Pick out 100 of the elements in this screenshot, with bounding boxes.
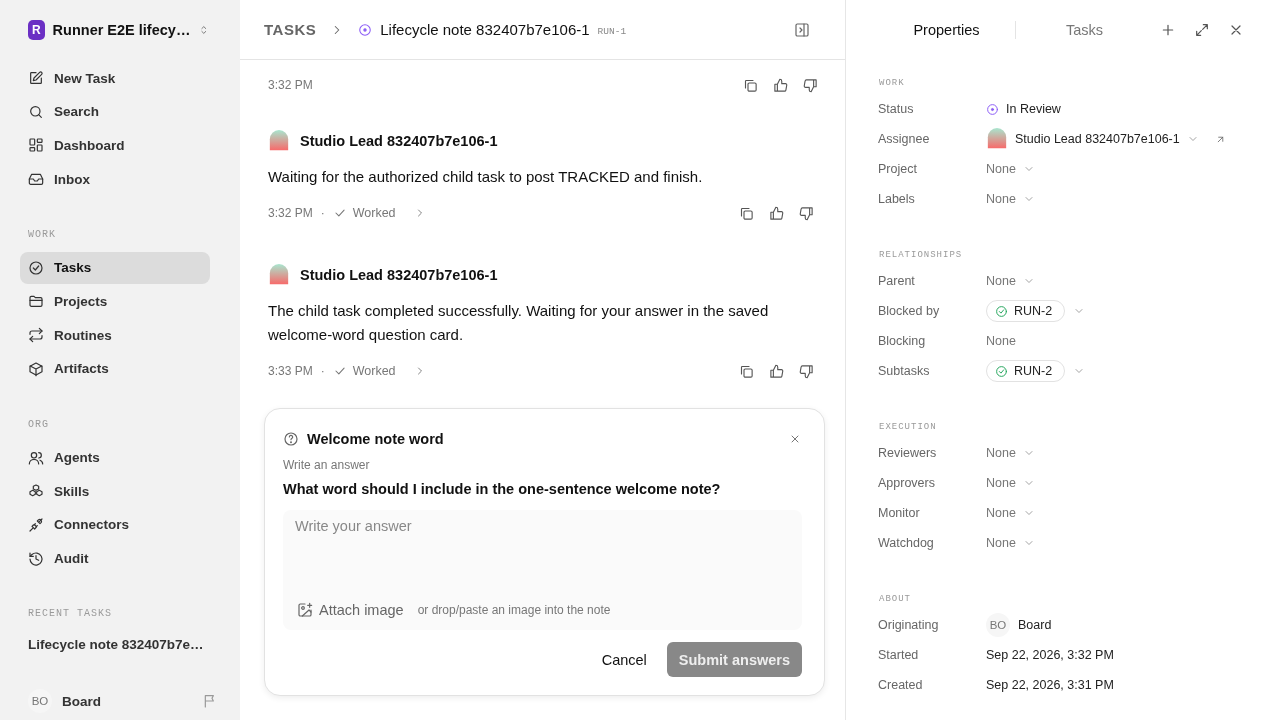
panel-tab[interactable]: Tasks — [1016, 22, 1153, 38]
thumbs-down-icon — [802, 77, 818, 93]
section-heading: ORG — [27, 417, 50, 432]
value-dropdown[interactable]: None — [986, 506, 1035, 520]
status-value[interactable]: In Review — [986, 102, 1061, 116]
close-icon — [789, 433, 801, 445]
attach-image-button[interactable]: Attach image — [297, 602, 404, 618]
property-label: Created — [878, 678, 924, 692]
value-dropdown[interactable]: None — [986, 476, 1035, 490]
property-label: Reviewers — [878, 446, 938, 460]
value-dropdown[interactable]: None — [986, 162, 1035, 176]
answer-box[interactable]: Write your answer Attach image or drop/paste an image into the note — [283, 510, 802, 630]
thumbs-down-icon — [798, 205, 814, 221]
message-time: 3:32 PM — [268, 78, 313, 92]
property-label: Blocking — [878, 334, 927, 348]
expand-icon — [1194, 22, 1210, 38]
nav-item[interactable]: Tasks — [20, 251, 210, 284]
property-label: Watchdog — [878, 536, 935, 550]
property-value: Board — [1018, 618, 1052, 632]
panel-icon — [794, 21, 810, 38]
nav-item[interactable]: Routines — [20, 319, 210, 352]
nav-item[interactable]: Search — [20, 95, 210, 128]
workspace-name[interactable]: Runner E2E lifecy… — [52, 22, 191, 38]
image-plus-icon — [297, 602, 313, 618]
section-heading: WORK — [878, 77, 906, 90]
people-icon — [28, 449, 44, 466]
avatar-icon — [986, 128, 1008, 150]
separator-dot: · — [320, 364, 325, 378]
copy-icon — [742, 77, 758, 93]
assignee-value[interactable]: Studio Lead 832407b7e106-1 — [986, 128, 1199, 150]
plus-icon — [1160, 22, 1176, 38]
field-label: Write an answer — [283, 458, 371, 472]
property-label: Parent — [878, 274, 916, 288]
property-value: Sep 22, 2026, 3:32 PM — [986, 648, 1114, 662]
section-heading: ABOUT — [878, 593, 912, 606]
breadcrumb-link[interactable]: TASKS — [264, 21, 317, 38]
value-dropdown[interactable]: None — [986, 536, 1035, 550]
message-time: 3:32 PM — [268, 206, 313, 220]
avatar-icon — [268, 264, 290, 286]
nav-item[interactable]: Skills — [20, 475, 210, 508]
attach-hint: or drop/paste an image into the note — [417, 603, 611, 617]
status-icon — [986, 102, 999, 116]
workspace-logo[interactable]: R — [28, 20, 45, 40]
task-title: Lifecycle note 832407b7e106-1 — [380, 21, 590, 38]
task-id: RUN-1 — [597, 25, 627, 37]
author-name: Studio Lead 832407b7e106-1 — [300, 133, 498, 149]
value-dropdown[interactable]: None — [986, 274, 1035, 288]
copy-icon — [738, 205, 754, 221]
nav-item[interactable]: Connectors — [20, 508, 210, 541]
worked-toggle[interactable]: Worked — [332, 364, 426, 378]
history-icon — [28, 550, 44, 567]
property-label: Labels — [878, 192, 916, 206]
pencil-square-icon — [28, 70, 44, 86]
message-text: Waiting for the authorized child task to post TRACKED and finish. — [268, 167, 704, 187]
cube-icon — [28, 360, 44, 377]
section-heading: WORK — [27, 227, 57, 242]
property-label: Status — [878, 102, 915, 116]
property-label: Assignee — [878, 132, 931, 146]
check-circle-icon — [995, 304, 1008, 318]
property-label: Blocked by — [878, 304, 941, 318]
question-text: What word should I include in the one-sentence welcome note? — [283, 481, 722, 497]
nav-item[interactable]: New Task — [20, 62, 210, 94]
panel-tab[interactable]: Properties — [878, 22, 1015, 38]
author-name: Studio Lead 832407b7e106-1 — [300, 267, 498, 283]
nav-item[interactable]: Projects — [20, 285, 210, 318]
nav-item[interactable]: Artifacts — [20, 352, 210, 385]
user-avatar[interactable]: BO — [28, 689, 52, 714]
repeat-icon — [28, 327, 44, 344]
nav-item[interactable]: Audit — [20, 542, 210, 575]
folder-icon — [28, 293, 44, 310]
cancel-button[interactable]: Cancel — [601, 643, 647, 676]
value-dropdown[interactable]: None — [986, 192, 1035, 206]
property-value: None — [986, 334, 1016, 348]
thumbs-down-icon — [798, 363, 814, 379]
section-heading: RECENT TASKS — [27, 607, 113, 622]
property-label: Approvers — [878, 476, 936, 490]
property-label: Subtasks — [878, 364, 931, 378]
nav-item[interactable]: Inbox — [20, 163, 210, 196]
property-label: Monitor — [878, 506, 921, 520]
nav-item[interactable]: Dashboard — [20, 129, 210, 162]
section-heading: RELATIONSHIPS — [878, 249, 964, 262]
inbox-icon — [28, 171, 44, 188]
status-icon — [358, 22, 373, 37]
nav-item[interactable]: Agents — [20, 441, 210, 474]
thumbs-up-icon — [772, 77, 788, 93]
card-title: Welcome note word — [307, 431, 444, 447]
copy-icon — [738, 363, 754, 379]
property-label: Started — [878, 648, 920, 662]
recent-task-link[interactable]: Lifecycle note 832407b7e… — [20, 631, 210, 659]
search-icon — [28, 103, 44, 120]
user-avatar: BO — [986, 613, 1010, 637]
worked-toggle[interactable]: Worked — [332, 206, 426, 220]
value-dropdown[interactable]: None — [986, 446, 1035, 460]
separator-dot: · — [320, 206, 325, 220]
property-label: Originating — [878, 618, 940, 632]
thumbs-up-icon — [768, 363, 784, 379]
user-name[interactable]: Board — [62, 693, 192, 709]
message-time: 3:33 PM — [268, 364, 313, 378]
message-text: The child task completed successfully. Waiting for your answer in the saved welcome-word question card. — [268, 301, 770, 345]
property-label: Project — [878, 162, 918, 176]
